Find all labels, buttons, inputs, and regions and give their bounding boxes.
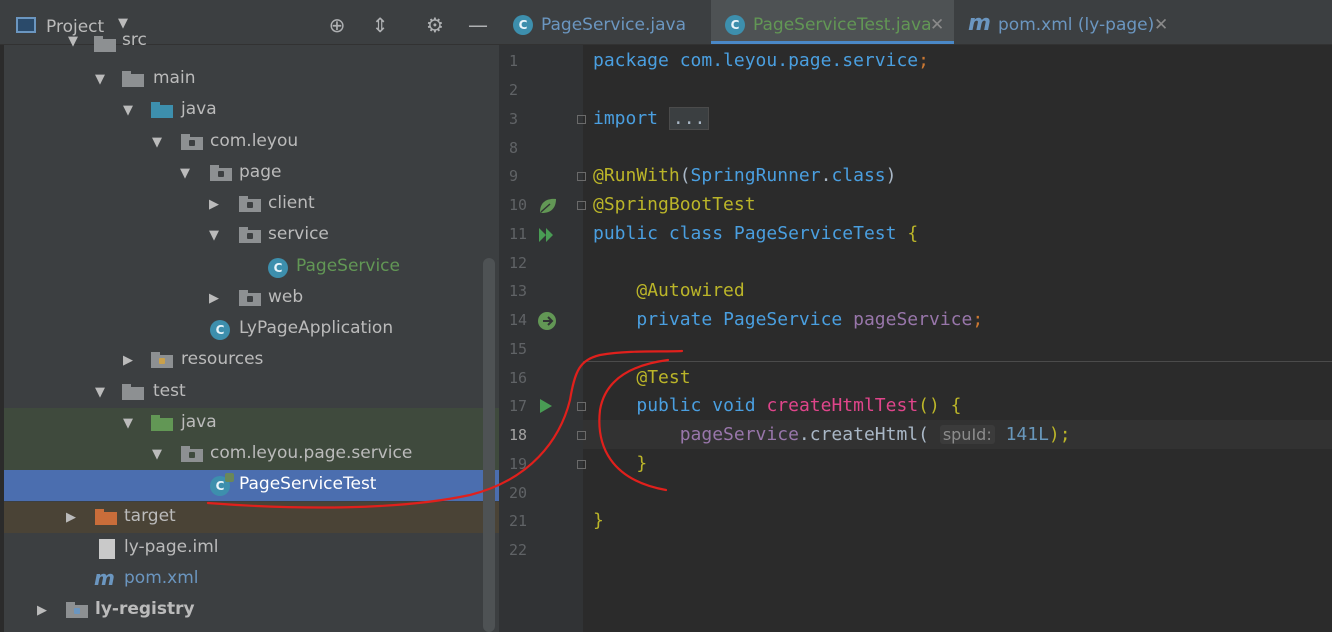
red-annotation-marks [206,349,684,509]
